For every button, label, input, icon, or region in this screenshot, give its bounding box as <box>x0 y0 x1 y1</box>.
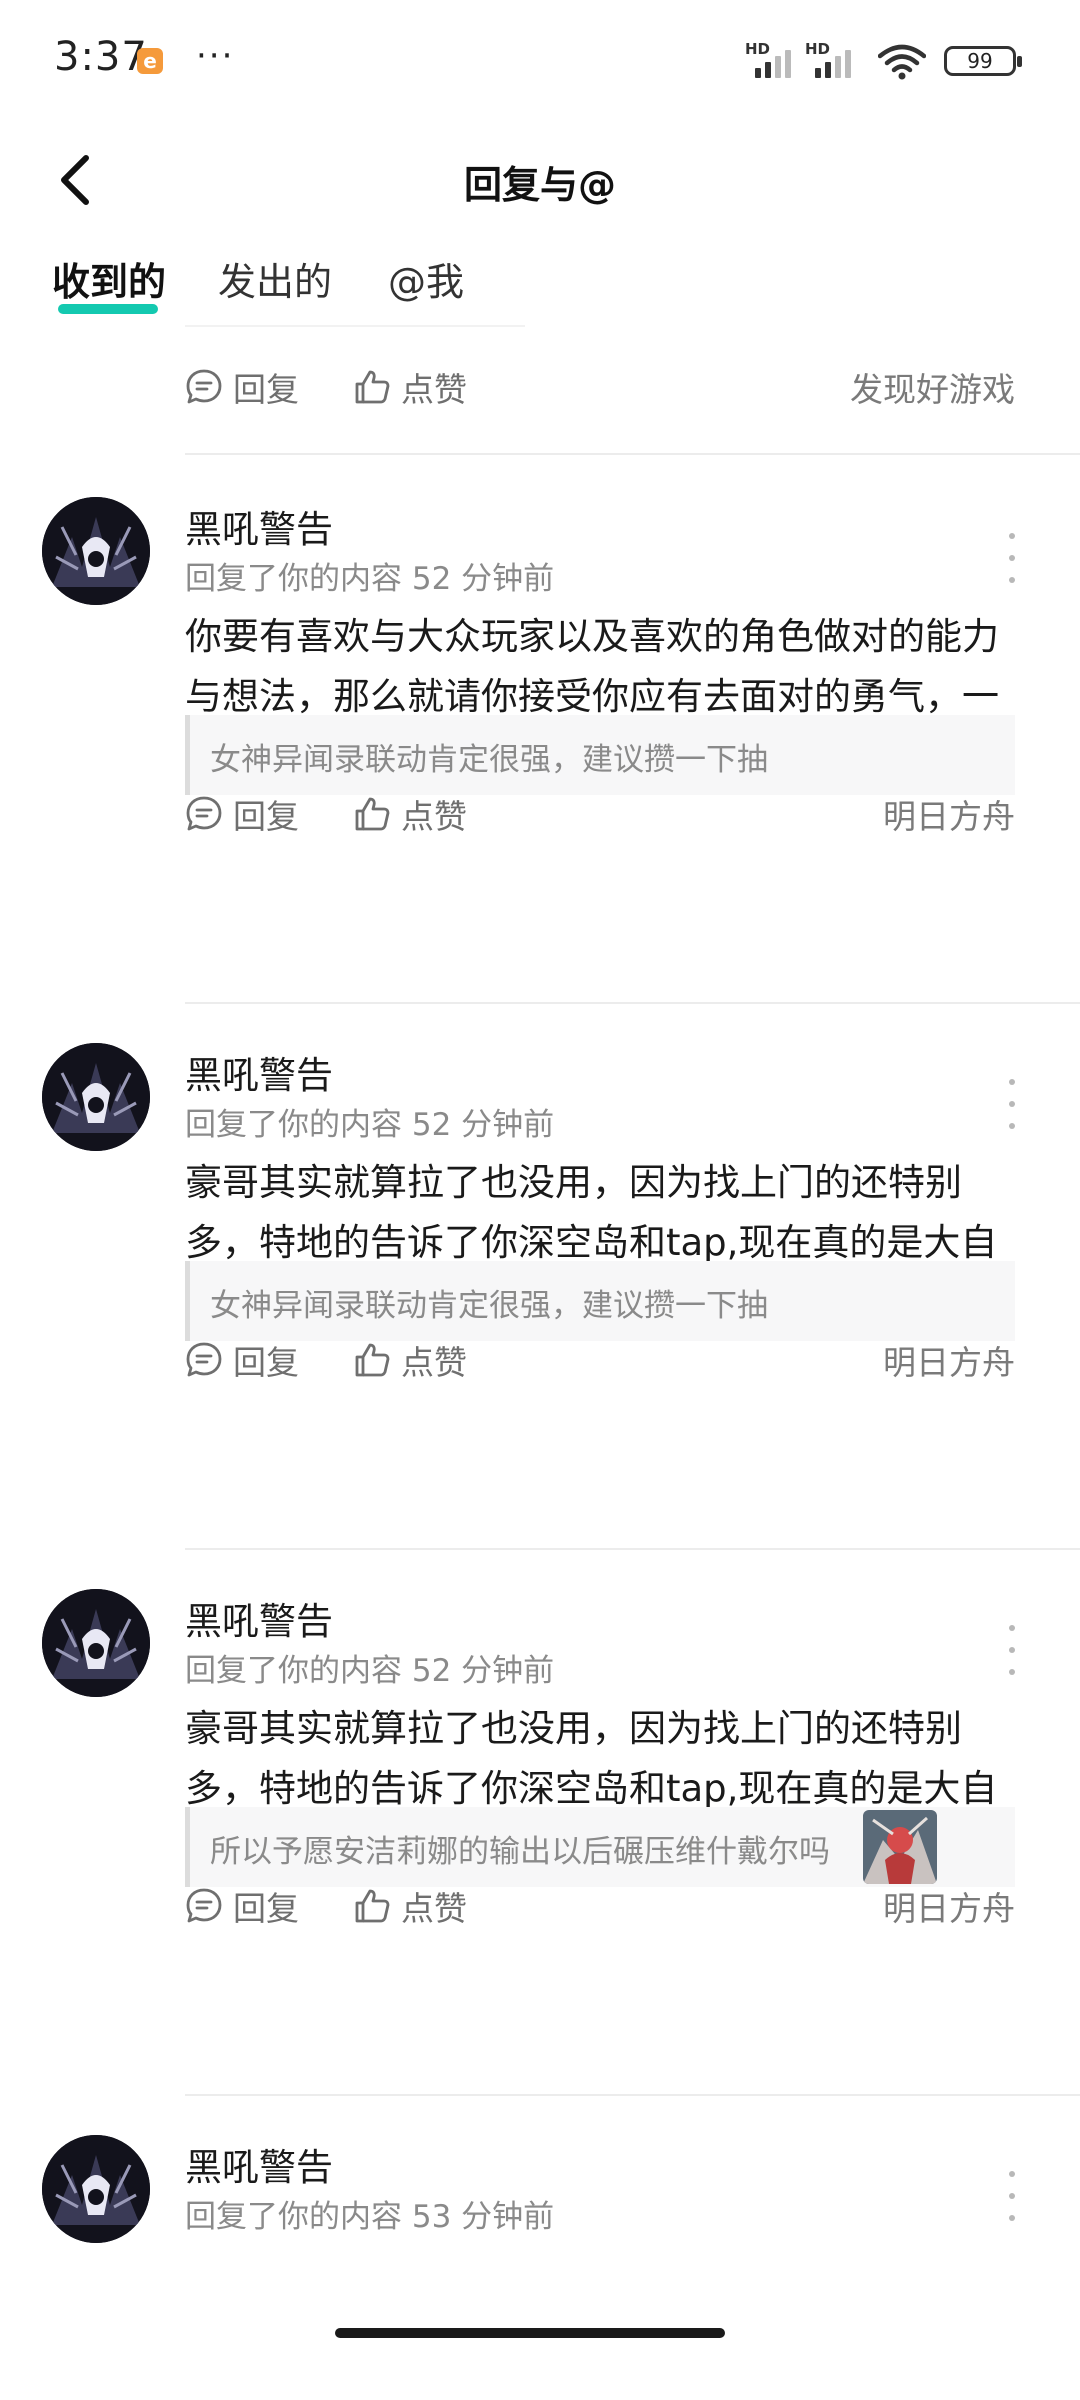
like-button[interactable]: 点赞 <box>353 789 467 839</box>
divider <box>185 1002 1080 1004</box>
action-row: 回复 点赞 明日方舟 <box>185 789 1015 839</box>
tab-mentions[interactable]: @我 <box>388 251 464 306</box>
reply-button[interactable]: 回复 <box>185 1335 299 1385</box>
like-label: 点赞 <box>401 797 467 836</box>
reply-label: 回复 <box>233 797 299 836</box>
action-row: 回复 点赞 明日方舟 <box>185 1335 1015 1385</box>
game-tag[interactable]: 明日方舟 <box>883 1881 1015 1931</box>
tab-label: @我 <box>388 260 465 304</box>
tab-received[interactable]: 收到的 <box>52 251 167 314</box>
divider <box>185 453 1080 455</box>
comment-bubble-icon <box>186 369 222 404</box>
comment-meta: 回复了你的内容 52 分钟前 <box>185 1107 555 1143</box>
reply-button[interactable]: 回复 <box>185 362 299 412</box>
more-options-button[interactable] <box>1006 533 1018 583</box>
avatar[interactable] <box>42 2135 150 2243</box>
divider <box>185 325 525 327</box>
tab-bar: 收到的 发出的 @我 <box>0 245 1080 335</box>
more-options-button[interactable] <box>1006 1079 1018 1129</box>
reply-feed[interactable]: 回复 点赞 发现好游戏 黑吼警告 回复了你的内容 52 分钟前 你要有喜欢与大众… <box>0 325 1080 2400</box>
quoted-text: 女神异闻录联动肯定很强，建议攒一下抽 <box>210 1288 768 1324</box>
comment-bubble-icon <box>186 796 222 831</box>
quoted-text: 女神异闻录联动肯定很强，建议攒一下抽 <box>210 742 768 778</box>
quoted-content[interactable]: 女神异闻录联动肯定很强，建议攒一下抽 <box>185 1261 1015 1341</box>
quoted-content[interactable]: 女神异闻录联动肯定很强，建议攒一下抽 <box>185 715 1015 795</box>
comment-meta: 回复了你的内容 52 分钟前 <box>185 1653 555 1689</box>
comment-item[interactable]: 黑吼警告 回复了你的内容 53 分钟前 <box>0 2135 1080 2335</box>
reply-label: 回复 <box>233 1343 299 1382</box>
app-notification-icon: e <box>137 48 163 74</box>
wifi-icon <box>878 44 926 80</box>
tab-sent[interactable]: 发出的 <box>218 251 332 306</box>
tab-label: 发出的 <box>218 260 333 304</box>
vertical-dots-icon <box>1009 2171 1015 2177</box>
game-tag[interactable]: 发现好游戏 <box>850 362 1015 412</box>
comment-item[interactable]: 黑吼警告 回复了你的内容 52 分钟前 豪哥其实就算拉了也没用，因为找上门的还特… <box>0 1589 1080 2029</box>
game-tag[interactable]: 明日方舟 <box>883 1335 1015 1385</box>
more-notifications-icon: ··· <box>196 36 235 76</box>
comment-bubble-icon <box>186 1888 222 1923</box>
vertical-dots-icon <box>1009 533 1015 539</box>
status-bar: 3:37 e ··· HD HD 99 <box>0 0 1080 120</box>
like-label: 点赞 <box>401 370 467 409</box>
thumbs-up-icon <box>355 797 390 831</box>
page-title: 回复与@ <box>463 163 616 207</box>
vertical-dots-icon <box>1009 1079 1015 1085</box>
comment-meta: 回复了你的内容 52 分钟前 <box>185 561 555 597</box>
thumbs-up-icon <box>355 370 390 404</box>
divider <box>185 1548 1080 1550</box>
comment-item[interactable]: 黑吼警告 回复了你的内容 52 分钟前 你要有喜欢与大众玩家以及喜欢的角色做对的… <box>0 497 1080 937</box>
reply-label: 回复 <box>233 370 299 409</box>
active-tab-indicator <box>58 304 158 314</box>
avatar[interactable] <box>42 497 150 605</box>
username[interactable]: 黑吼警告 <box>185 1591 333 1645</box>
action-row: 回复 点赞 发现好游戏 <box>185 362 1015 412</box>
like-button[interactable]: 点赞 <box>353 1335 467 1385</box>
status-time: 3:37 <box>54 34 148 80</box>
more-options-button[interactable] <box>1006 1625 1018 1675</box>
nav-bar: 回复与@ <box>0 120 1080 240</box>
comment-bubble-icon <box>186 1342 222 1377</box>
game-tag[interactable]: 明日方舟 <box>883 789 1015 839</box>
like-label: 点赞 <box>401 1889 467 1928</box>
avatar[interactable] <box>42 1589 150 1697</box>
cellular-signal-1-icon: HD <box>745 40 799 80</box>
quoted-content[interactable]: 所以予愿安洁莉娜的输出以后碾压维什戴尔吗 <box>185 1807 1015 1887</box>
like-button[interactable]: 点赞 <box>353 362 467 412</box>
quoted-image-thumbnail[interactable] <box>863 1810 937 1884</box>
home-indicator[interactable] <box>335 2328 725 2338</box>
quoted-text: 所以予愿安洁莉娜的输出以后碾压维什戴尔吗 <box>210 1834 830 1870</box>
cellular-signal-2-icon: HD <box>805 40 859 80</box>
comment-item[interactable]: 黑吼警告 回复了你的内容 52 分钟前 豪哥其实就算拉了也没用，因为找上门的还特… <box>0 1043 1080 1483</box>
vertical-dots-icon <box>1009 1625 1015 1631</box>
thumbs-up-icon <box>355 1343 390 1377</box>
divider <box>185 2094 1080 2096</box>
reply-label: 回复 <box>233 1889 299 1928</box>
battery-icon: 99 <box>944 46 1022 76</box>
username[interactable]: 黑吼警告 <box>185 1045 333 1099</box>
thumbs-up-icon <box>355 1889 390 1923</box>
like-label: 点赞 <box>401 1343 467 1382</box>
more-options-button[interactable] <box>1006 2171 1018 2221</box>
like-button[interactable]: 点赞 <box>353 1881 467 1931</box>
comment-meta: 回复了你的内容 53 分钟前 <box>185 2199 555 2235</box>
username[interactable]: 黑吼警告 <box>185 2137 333 2191</box>
username[interactable]: 黑吼警告 <box>185 499 333 553</box>
reply-button[interactable]: 回复 <box>185 1881 299 1931</box>
reply-button[interactable]: 回复 <box>185 789 299 839</box>
tab-label: 收到的 <box>52 260 167 304</box>
action-row: 回复 点赞 明日方舟 <box>185 1881 1015 1931</box>
avatar[interactable] <box>42 1043 150 1151</box>
